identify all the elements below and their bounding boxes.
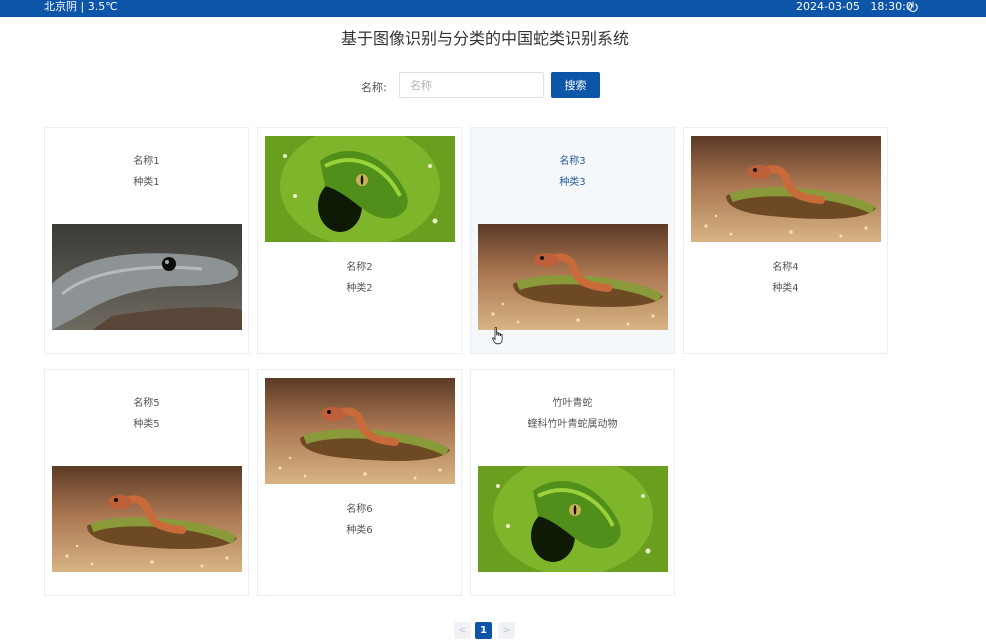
card-type: 种类3 [559, 177, 586, 188]
card-type: 种类4 [772, 283, 799, 294]
snake-card[interactable]: 名称2 种类2 [257, 127, 462, 354]
snake-image [478, 224, 668, 330]
weather-text: 北京阴 | 3.5℃ [44, 0, 118, 13]
snake-image [52, 224, 242, 330]
card-type: 种类2 [346, 283, 373, 294]
snake-card[interactable]: 竹叶青蛇 蝰科竹叶青蛇属动物 [470, 369, 675, 596]
power-icon[interactable] [907, 1, 919, 13]
snake-card[interactable]: 名称4 种类4 [683, 127, 888, 354]
prev-page-button[interactable]: < [454, 622, 471, 639]
card-name: 名称5 [133, 398, 160, 409]
snake-card[interactable]: 名称1 种类1 [44, 127, 249, 354]
page-number-button[interactable]: 1 [475, 622, 492, 639]
search-label: 名称: [361, 81, 387, 94]
snake-card[interactable]: 名称5 种类5 [44, 369, 249, 596]
card-name: 名称4 [772, 262, 799, 273]
card-name: 名称6 [346, 504, 373, 515]
card-name: 名称2 [346, 262, 373, 273]
snake-image [265, 136, 455, 242]
card-type: 蝰科竹叶青蛇属动物 [527, 419, 618, 430]
search-button[interactable]: 搜索 [551, 72, 600, 98]
card-name: 竹叶青蛇 [552, 398, 593, 409]
snake-image [478, 466, 668, 572]
search-input[interactable] [399, 72, 544, 98]
next-page-button[interactable]: > [498, 622, 515, 639]
datetime-text: 2024-03-05 18:30:0 [796, 0, 913, 13]
card-type: 种类1 [133, 177, 160, 188]
snake-card[interactable]: 名称6 种类6 [257, 369, 462, 596]
card-name: 名称1 [133, 156, 160, 167]
snake-card[interactable]: 名称3 种类3 [470, 127, 675, 354]
snake-image [265, 378, 455, 484]
page-title: 基于图像识别与分类的中国蛇类识别系统 [340, 29, 629, 48]
snake-image [691, 136, 881, 242]
hand-cursor-icon [492, 327, 503, 345]
card-type: 种类6 [346, 525, 373, 536]
top-status-bar: 北京阴 | 3.5℃ 2024-03-05 18:30:0 [0, 0, 986, 17]
card-type: 种类5 [133, 419, 160, 430]
snake-image [52, 466, 242, 572]
card-name: 名称3 [559, 156, 586, 167]
